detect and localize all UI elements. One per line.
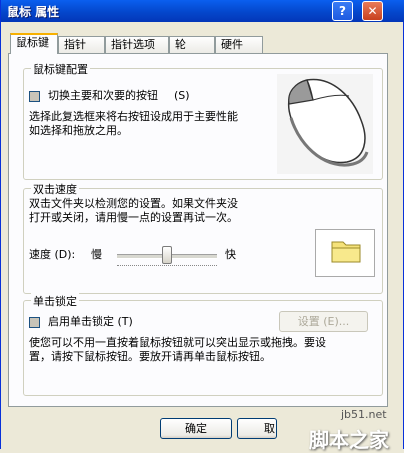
switch-buttons-shortcut[interactable]: (S) bbox=[174, 89, 190, 103]
close-button[interactable]: ✕ bbox=[362, 1, 383, 21]
tab-pointer-options[interactable]: 指针选项 bbox=[105, 36, 169, 53]
buttons-config-desc-line1: 选择此复选框来将右按钮设成用于主要性能 bbox=[29, 110, 238, 123]
switch-buttons-checkbox[interactable] bbox=[29, 91, 40, 102]
tab-buttons[interactable]: 鼠标键 bbox=[10, 33, 58, 54]
slow-label: 慢 bbox=[91, 248, 102, 261]
fast-label: 快 bbox=[225, 248, 236, 261]
cancel-button[interactable]: 取 bbox=[237, 418, 277, 439]
help-button[interactable]: ? bbox=[332, 1, 353, 21]
click-lock-desc-line1: 使您可以不用一直按着鼠标按钮就可以突出显示或拖拽。要设 bbox=[29, 336, 326, 349]
tab-panel: 鼠标键配置 切换主要和次要的按钮 (S) 选择此复选框来将右按钮设成用于主要性能… bbox=[8, 53, 388, 407]
click-lock-desc-line2: 置，请按下鼠标按钮。要放开请再单击鼠标按钮。 bbox=[29, 350, 271, 363]
mouse-properties-dialog: 鼠标 属性 ? ✕ 鼠标键 指针 指针选项 轮 硬件 鼠标键配置 切换主要和次要… bbox=[0, 0, 404, 452]
double-click-desc-line1: 双击文件夹以检测您的设置。如果文件夹没 bbox=[29, 197, 238, 210]
buttons-config-desc-line2: 如选择和拖放之用。 bbox=[29, 124, 128, 137]
enable-click-lock-checkbox[interactable] bbox=[29, 317, 40, 328]
speed-label: 速度 (D): bbox=[29, 248, 76, 261]
click-lock-title: 单击锁定 bbox=[31, 293, 79, 309]
folder-icon bbox=[331, 241, 361, 263]
title-bar[interactable]: 鼠标 属性 ? ✕ bbox=[1, 0, 404, 22]
double-click-title: 双击速度 bbox=[31, 181, 79, 197]
double-click-desc-line2: 打开或关闭，请用慢一点的设置再试一次。 bbox=[29, 211, 238, 224]
speed-slider-thumb[interactable] bbox=[162, 246, 172, 264]
test-folder-area[interactable] bbox=[315, 229, 375, 277]
ok-button[interactable]: 确定 bbox=[160, 418, 232, 439]
switch-buttons-label[interactable]: 切换主要和次要的按钮 bbox=[48, 89, 158, 103]
watermark-site: jb51.net bbox=[341, 408, 387, 421]
tab-wheel[interactable]: 轮 bbox=[169, 36, 215, 53]
click-lock-settings-button[interactable]: 设置 (E)... bbox=[279, 311, 368, 332]
tab-hardware[interactable]: 硬件 bbox=[215, 36, 263, 53]
enable-click-lock-label[interactable]: 启用单击锁定 (T) bbox=[48, 315, 133, 329]
window-title: 鼠标 属性 bbox=[7, 5, 60, 19]
tab-pointers[interactable]: 指针 bbox=[58, 36, 105, 53]
buttons-config-title: 鼠标键配置 bbox=[31, 61, 90, 77]
mouse-illustration bbox=[277, 74, 373, 174]
speed-slider[interactable] bbox=[117, 244, 217, 270]
